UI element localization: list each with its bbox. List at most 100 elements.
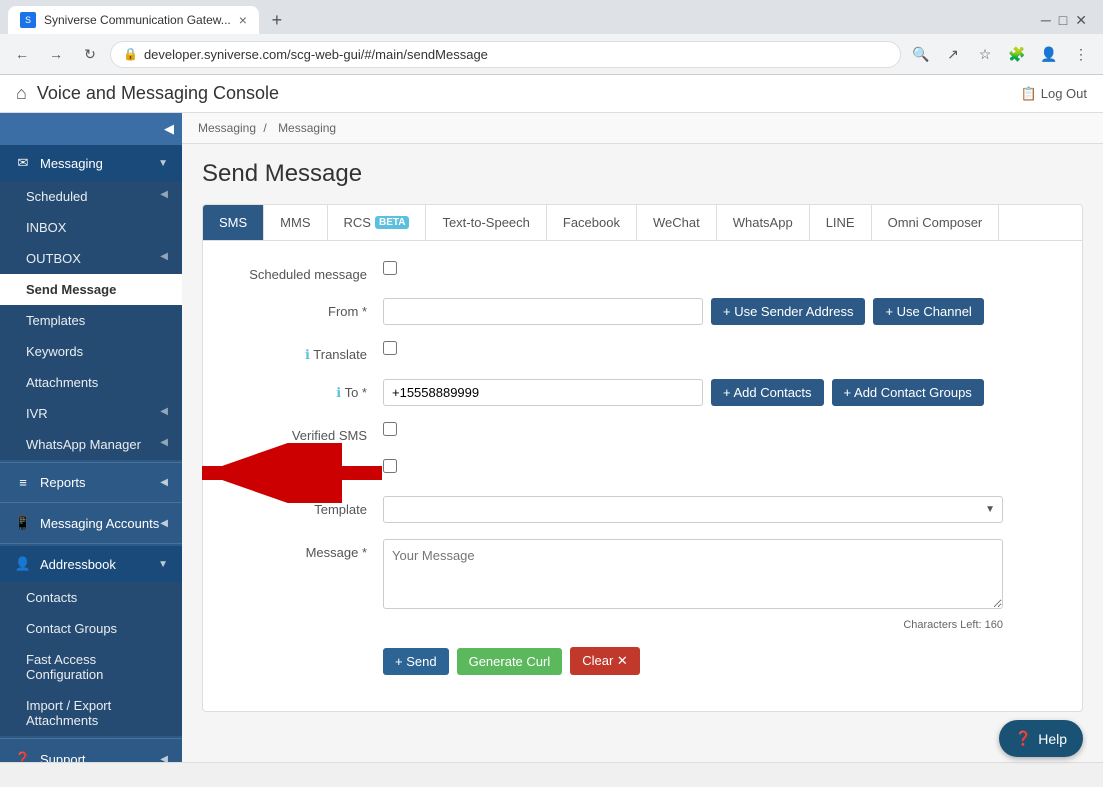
tab-mms[interactable]: MMS — [264, 205, 327, 240]
bookmark-icon[interactable]: ☆ — [971, 40, 999, 68]
outbox-chevron-icon: ◀ — [160, 251, 168, 262]
to-row: ℹ To * + Add Contacts + Add Contact Grou… — [223, 379, 1062, 406]
from-label: From * — [223, 298, 383, 319]
tab-facebook[interactable]: Facebook — [547, 205, 637, 240]
flash-checkbox[interactable] — [383, 459, 397, 473]
to-control: + Add Contacts + Add Contact Groups — [383, 379, 1062, 406]
sidebar-item-messaging-accounts[interactable]: 📱 Messaging Accounts ◀ — [0, 505, 182, 541]
bottom-scrollbar[interactable] — [0, 762, 1103, 774]
sidebar-item-addressbook[interactable]: 👤 Addressbook ▼ — [0, 546, 182, 582]
share-icon[interactable]: ↗ — [939, 40, 967, 68]
close-tab-icon[interactable]: × — [239, 12, 247, 28]
browser-tab[interactable]: S Syniverse Communication Gatew... × — [8, 6, 259, 34]
sidebar-item-contacts[interactable]: Contacts — [0, 582, 182, 613]
sidebar-item-inbox[interactable]: INBOX — [0, 212, 182, 243]
menu-icon[interactable]: ⋮ — [1067, 40, 1095, 68]
tab-text-to-speech[interactable]: Text-to-Speech — [426, 205, 546, 240]
verified-sms-label: Verified SMS — [223, 422, 383, 443]
sidebar-item-fast-access-config[interactable]: Fast Access Configuration — [0, 644, 182, 690]
tab-line[interactable]: LINE — [810, 205, 872, 240]
sidebar-item-contact-groups[interactable]: Contact Groups — [0, 613, 182, 644]
tab-wechat[interactable]: WeChat — [637, 205, 717, 240]
sidebar-item-templates[interactable]: Templates — [0, 305, 182, 336]
breadcrumb: Messaging / Messaging — [182, 113, 1103, 144]
sidebar-messaging-accounts-label: Messaging Accounts — [40, 516, 159, 531]
clear-button[interactable]: Clear ✕ — [570, 647, 640, 675]
messaging-accounts-chevron-icon: ◀ — [160, 518, 168, 529]
home-icon[interactable]: ⌂ — [16, 83, 27, 104]
sidebar-item-outbox[interactable]: OUTBOX ◀ — [0, 243, 182, 274]
use-channel-button[interactable]: + Use Channel — [873, 298, 983, 325]
address-bar[interactable]: 🔒 developer.syniverse.com/scg-web-gui/#/… — [110, 41, 901, 68]
refresh-button[interactable]: ↻ — [76, 40, 104, 68]
profile-icon[interactable]: 👤 — [1035, 40, 1063, 68]
tab-rcs[interactable]: RCS BETA — [328, 205, 427, 240]
sidebar-toggle[interactable]: ◀ — [0, 113, 182, 145]
to-input[interactable] — [383, 379, 703, 406]
sidebar-item-send-message[interactable]: Send Message — [0, 274, 182, 305]
to-text: To * — [345, 385, 367, 400]
sidebar-item-whatsapp-manager[interactable]: WhatsApp Manager ◀ — [0, 429, 182, 460]
use-sender-address-button[interactable]: + Use Sender Address — [711, 298, 865, 325]
template-label: Template — [223, 496, 383, 517]
sidebar-item-messaging[interactable]: ✉ Messaging ▼ — [0, 145, 182, 181]
browser-tabs-bar: S Syniverse Communication Gatew... × + ─… — [0, 0, 1103, 34]
from-input[interactable] — [383, 298, 703, 325]
restore-icon[interactable]: □ — [1059, 12, 1067, 28]
send-button[interactable]: + Send — [383, 648, 449, 675]
whatsapp-chevron-icon: ◀ — [160, 437, 168, 448]
generate-curl-button[interactable]: Generate Curl — [457, 648, 563, 675]
sidebar-send-message-label: Send Message — [26, 282, 116, 297]
tabs-header: SMS MMS RCS BETA Text-to-Speech — [203, 205, 1082, 241]
new-tab-button[interactable]: + — [263, 6, 291, 34]
translate-checkbox[interactable] — [383, 341, 397, 355]
add-contact-groups-button[interactable]: + Add Contact Groups — [832, 379, 984, 406]
close-window-icon[interactable]: ✕ — [1075, 12, 1087, 29]
sidebar-keywords-label: Keywords — [26, 344, 83, 359]
help-button[interactable]: ❓ Help — [999, 720, 1083, 757]
verified-sms-row: Verified SMS — [223, 422, 1062, 443]
sidebar-item-reports[interactable]: ≡ Reports ◀ — [0, 465, 182, 500]
scheduled-message-control — [383, 261, 1062, 275]
tab-whatsapp[interactable]: WhatsApp — [717, 205, 810, 240]
forward-button[interactable]: → — [42, 40, 70, 68]
sidebar-item-ivr[interactable]: IVR ◀ — [0, 398, 182, 429]
search-icon[interactable]: 🔍 — [907, 40, 935, 68]
message-row: Message * Characters Left: 160 — [223, 539, 1062, 631]
tab-line-label: LINE — [826, 215, 855, 230]
sidebar-templates-label: Templates — [26, 313, 85, 328]
sidebar-item-keywords[interactable]: Keywords — [0, 336, 182, 367]
add-contacts-button[interactable]: + Add Contacts — [711, 379, 824, 406]
app-header: ⌂ Voice and Messaging Console 📋 Log Out — [0, 75, 1103, 113]
sidebar-item-attachments[interactable]: Attachments — [0, 367, 182, 398]
toggle-icon[interactable]: ◀ — [164, 121, 174, 136]
tabs-body: Scheduled message From * + Use Sender Ad… — [203, 241, 1082, 711]
verified-sms-checkbox[interactable] — [383, 422, 397, 436]
sidebar-item-import-export[interactable]: Import / Export Attachments — [0, 690, 182, 736]
extensions-icon[interactable]: 🧩 — [1003, 40, 1031, 68]
back-button[interactable]: ← — [8, 40, 36, 68]
to-info-icon: ℹ — [336, 385, 341, 400]
sidebar-messaging-submenu: Scheduled ◀ INBOX OUTBOX ◀ Send Message — [0, 181, 182, 460]
tab-sms[interactable]: SMS — [203, 205, 264, 240]
logout-button[interactable]: 📋 Log Out — [1021, 86, 1087, 102]
scheduled-chevron-icon: ◀ — [160, 189, 168, 200]
nav-actions: 🔍 ↗ ☆ 🧩 👤 ⋮ — [907, 40, 1095, 68]
message-textarea[interactable] — [383, 539, 1003, 609]
breadcrumb-parent[interactable]: Messaging — [198, 121, 256, 135]
app-body: ◀ ✉ Messaging ▼ Scheduled ◀ — [0, 113, 1103, 762]
scheduled-message-checkbox[interactable] — [383, 261, 397, 275]
sidebar-messaging-section: ✉ Messaging ▼ Scheduled ◀ INBOX OUTBOX — [0, 145, 182, 460]
reports-icon: ≡ — [14, 475, 32, 490]
sidebar-divider-3 — [0, 543, 182, 544]
sidebar-divider-4 — [0, 738, 182, 739]
action-buttons-row: + Send Generate Curl Clear ✕ — [223, 647, 1062, 675]
sidebar-item-scheduled[interactable]: Scheduled ◀ — [0, 181, 182, 212]
translate-label: ℹ Translate — [223, 341, 383, 363]
sidebar-reports-label: Reports — [40, 475, 86, 490]
template-select[interactable] — [383, 496, 1003, 523]
translate-row: ℹ Translate — [223, 341, 1062, 363]
tab-omni-composer[interactable]: Omni Composer — [872, 205, 1000, 240]
minimize-icon[interactable]: ─ — [1041, 12, 1051, 28]
sidebar-item-support[interactable]: ❓ Support ◀ — [0, 741, 182, 762]
